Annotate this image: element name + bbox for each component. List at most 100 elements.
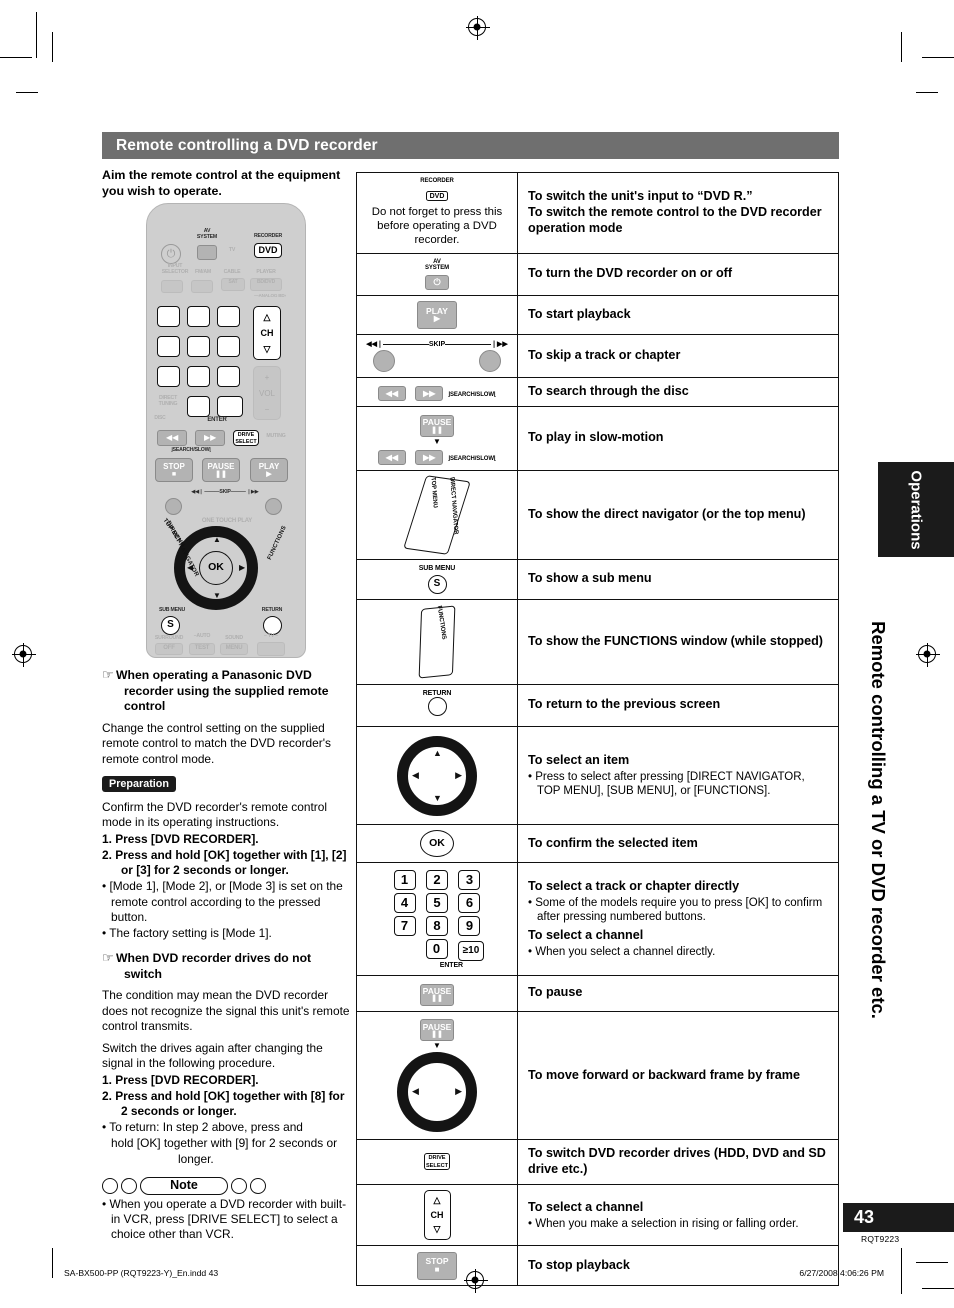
- volume-button[interactable]: + VOL −: [253, 366, 281, 421]
- row-icon-cell: FUNCTIONS: [356, 598, 518, 685]
- top-menu-direct-navigator-button-icon[interactable]: TOP MENU DIRECT NAVIGATOR: [403, 475, 471, 555]
- row-icon-cell: AV SYSTEM ⏻: [356, 252, 518, 296]
- key-gte10[interactable]: [217, 396, 243, 418]
- row-desc-line: To select a channel: [528, 927, 644, 942]
- page-title: Remote controlling a DVD recorder: [116, 136, 378, 154]
- input-selector-button[interactable]: [161, 280, 183, 294]
- row-desc-line: To switch DVD recorder drives (HDD, DVD …: [528, 1146, 826, 1177]
- row-desc-line: To select a track or chapter directly: [528, 879, 740, 894]
- pause-button-icon[interactable]: PAUSE ❚❚: [420, 1019, 454, 1042]
- chevron-up-icon: △: [263, 311, 271, 322]
- skip-forward-button-icon[interactable]: [479, 350, 501, 373]
- direction-pad-icon[interactable]: ◀ ▶: [397, 1052, 477, 1133]
- dpad-up-icon: ▲: [433, 747, 442, 758]
- step-item: 2. Press and hold [OK] together with [1]…: [102, 847, 347, 878]
- key-0-icon[interactable]: 0: [425, 938, 448, 959]
- registration-mark-top: [466, 16, 490, 40]
- row-icon-cell: ▲ ▼ ◀ ▶: [356, 726, 518, 826]
- pointing-hand-icon: ☞: [102, 667, 114, 683]
- row-desc-cell: To select an item • Press to select afte…: [517, 726, 839, 826]
- skip-back-button-icon[interactable]: [373, 350, 395, 373]
- stop-button-icon[interactable]: STOP ■: [417, 1251, 457, 1280]
- key-5-icon[interactable]: 5: [426, 892, 448, 913]
- key-3[interactable]: [217, 306, 240, 328]
- key-8[interactable]: [187, 366, 210, 388]
- row-desc-cell: To switch DVD recorder drives (HDD, DVD …: [517, 1139, 839, 1186]
- row-icon-cell: RETURN: [356, 683, 518, 728]
- drive-select-button[interactable]: DRIVE SELECT: [233, 430, 259, 447]
- search-rewind-button-icon[interactable]: ◀◀: [377, 386, 406, 402]
- sub-menu-button-icon[interactable]: S: [427, 574, 447, 594]
- step-item: 1. Press [DVD RECORDER].: [102, 1072, 259, 1087]
- row-desc-bullet: • Press to select after pressing [DIRECT…: [528, 770, 805, 798]
- top-menu-label: TOP MENU: [429, 476, 438, 509]
- stop-button[interactable]: STOP ■: [155, 458, 193, 483]
- search-forward-button-icon[interactable]: ▶▶: [415, 449, 444, 465]
- paragraph-2: Confirm the DVD recorder's remote contro…: [102, 799, 327, 830]
- bullet-item-continuation: hold [OK] together with [9] for 2 second…: [111, 1136, 338, 1166]
- row-desc-line: To play in slow-motion: [528, 430, 664, 445]
- tv-vol-button[interactable]: [257, 642, 285, 657]
- functions-button-icon[interactable]: FUNCTIONS: [418, 605, 456, 679]
- return-button-icon[interactable]: [427, 697, 447, 717]
- row-icon-cell: RECORDER DVD Do not forget to press this…: [356, 172, 518, 254]
- skip-forward-button[interactable]: [265, 498, 282, 516]
- skip-back-button[interactable]: [165, 498, 182, 516]
- down-arrow-icon: ▼: [433, 436, 441, 446]
- row-icon-cell: PAUSE ❚❚: [356, 974, 518, 1012]
- pause-glyph-icon: ❚❚: [431, 995, 443, 1003]
- av-system-button[interactable]: [197, 245, 217, 261]
- row-desc-line: To start playback: [528, 306, 631, 321]
- crop-mark-bl-v: [52, 1248, 53, 1278]
- left-column: Aim the remote control at the equipment …: [102, 168, 350, 1243]
- key-3-icon[interactable]: 3: [458, 869, 481, 890]
- channel-up-down-button-icon[interactable]: △ CH ▽: [423, 1190, 451, 1241]
- ok-button[interactable]: OK: [199, 551, 233, 586]
- search-rewind-button-icon[interactable]: ◀◀: [377, 449, 406, 465]
- crop-mark-tl-h: [0, 57, 32, 58]
- paragraph-3: The condition may mean the DVD recorder …: [102, 988, 350, 1034]
- row-icon-cell: OK: [356, 824, 518, 864]
- play-button[interactable]: PLAY ▶: [250, 458, 288, 483]
- row-desc-bullet: • When you make a selection in rising or…: [528, 1217, 799, 1230]
- power-button-icon[interactable]: ⏻: [425, 274, 449, 290]
- crop-mark-tl2-h: [16, 92, 38, 93]
- key-4[interactable]: [157, 336, 180, 358]
- key-2[interactable]: [187, 306, 210, 328]
- key-6[interactable]: [217, 336, 240, 358]
- direction-pad-icon[interactable]: ▲ ▼ ◀ ▶: [397, 735, 477, 816]
- key-9[interactable]: [217, 366, 240, 388]
- row-desc-line: To select an item: [528, 752, 630, 767]
- functions-label: FUNCTIONS: [266, 525, 288, 562]
- key-7[interactable]: [157, 366, 180, 388]
- key-5[interactable]: [187, 336, 210, 358]
- dvd-recorder-button-icon[interactable]: DVD: [425, 191, 449, 202]
- test-label: TEST: [194, 645, 210, 652]
- crop-mark-br-v: [901, 1248, 902, 1294]
- key-7-icon[interactable]: 7: [393, 915, 416, 936]
- key-9-icon[interactable]: 9: [458, 915, 481, 936]
- dvd-recorder-button[interactable]: DVD: [254, 243, 282, 259]
- ok-button-icon[interactable]: OK: [420, 830, 454, 858]
- play-button-icon[interactable]: PLAY ▶: [417, 301, 457, 330]
- key-1[interactable]: [157, 306, 180, 328]
- key-0[interactable]: [187, 396, 210, 418]
- fm-am-button[interactable]: [191, 280, 213, 294]
- row-icon-cell: TOP MENU DIRECT NAVIGATOR: [356, 469, 518, 560]
- channel-up-down-button[interactable]: △ CH ▽: [253, 306, 281, 361]
- key-2-icon[interactable]: 2: [426, 869, 448, 890]
- row-desc-line: To select a channel: [528, 1199, 644, 1214]
- drive-select-button-icon[interactable]: DRIVE SELECT: [424, 1153, 450, 1171]
- bullet-item: • The factory setting is [Mode 1].: [102, 925, 272, 940]
- pause-button[interactable]: PAUSE ❚❚: [202, 458, 240, 483]
- skip-back-glyph-icon: ◀◀❘: [366, 341, 383, 349]
- sub-menu-button[interactable]: S: [161, 616, 180, 636]
- key-8-icon[interactable]: 8: [426, 915, 448, 936]
- key-1-icon[interactable]: 1: [393, 869, 416, 890]
- pause-button-icon[interactable]: PAUSE ❚❚: [420, 414, 454, 437]
- pause-button-icon[interactable]: PAUSE ❚❚: [420, 983, 454, 1006]
- search-forward-button-icon[interactable]: ▶▶: [415, 386, 444, 402]
- key-gte10-icon[interactable]: ≥10: [458, 940, 484, 961]
- key-6-icon[interactable]: 6: [458, 892, 481, 913]
- key-4-icon[interactable]: 4: [393, 892, 416, 913]
